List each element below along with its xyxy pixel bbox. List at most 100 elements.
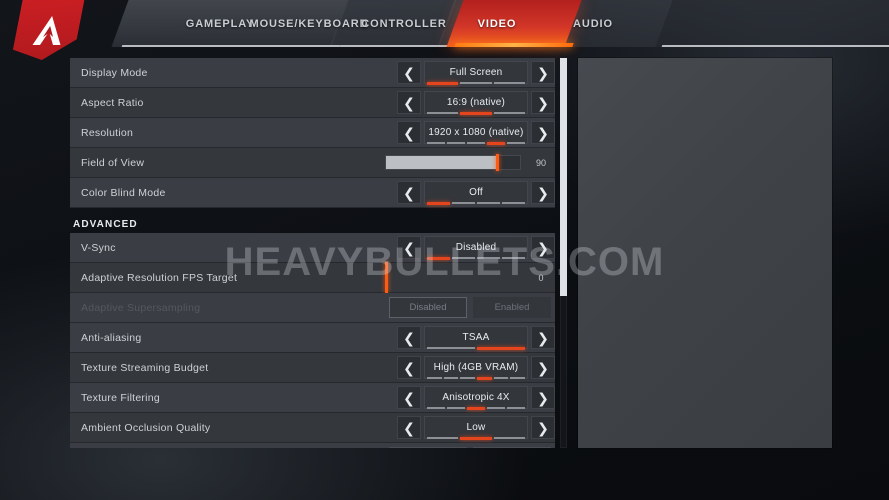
color-blind-mode-next-arrow-icon[interactable]: ❯ [531,181,555,204]
ambient-occlusion-value[interactable]: Low [424,416,528,440]
anti-aliasing-prev-arrow-icon[interactable]: ❮ [397,326,421,349]
texture-streaming-budget-segments [427,377,526,380]
tab-mouse-keyboard[interactable]: MOUSE/KEYBOARD [250,0,368,47]
setting-row-display-mode[interactable]: Display Mode ❮ Full Screen ❯ [70,58,555,88]
ambient-occlusion-prev-arrow-icon[interactable]: ❮ [397,416,421,439]
setting-control-field-of-view: 90 [385,148,555,177]
field-of-view-value-text: 90 [535,157,546,168]
v-sync-prev-arrow-icon[interactable]: ❮ [397,236,421,259]
adaptive-supersampling-option-enabled-label: Enabled [494,302,530,313]
setting-control-anti-aliasing: ❮ TSAA ❯ [397,323,555,352]
aspect-ratio-segments [427,112,525,115]
tab-video[interactable]: VIDEO [462,0,532,47]
setting-row-texture-streaming-budget[interactable]: Texture Streaming Budget ❮ High (4GB VRA… [70,353,555,383]
aspect-ratio-prev-arrow-icon[interactable]: ❮ [397,91,421,114]
field-of-view-slider-fill [386,156,496,169]
texture-streaming-budget-prev-arrow-icon[interactable]: ❮ [397,356,421,379]
setting-row-resolution[interactable]: Resolution ❮ 1920 x 1080 (native) ❯ [70,118,555,148]
adaptive-resolution-fps-slider-knob[interactable] [385,262,388,293]
field-of-view-slider-knob[interactable] [495,154,499,171]
texture-filtering-value[interactable]: Anisotropic 4X [424,386,528,410]
resolution-next-arrow-icon[interactable]: ❯ [531,121,555,144]
setting-label-v-sync: V-Sync [81,241,116,254]
texture-streaming-budget-value-text: High (4GB VRAM) [433,362,519,373]
ambient-occlusion-segments [427,437,525,440]
color-blind-mode-prev-arrow-icon[interactable]: ❮ [397,181,421,204]
texture-filtering-segments [427,407,525,410]
aspect-ratio-next-arrow-icon[interactable]: ❯ [531,91,555,114]
setting-control-texture-streaming-budget: ❮ High (4GB VRAM) ❯ [397,353,555,382]
adaptive-supersampling-option-enabled: Enabled [473,297,551,318]
v-sync-next-arrow-icon[interactable]: ❯ [531,236,555,259]
resolution-segments [427,142,525,145]
display-mode-prev-arrow-icon[interactable]: ❮ [397,61,421,84]
anti-aliasing-next-arrow-icon[interactable]: ❯ [531,326,555,349]
setting-label-color-blind-mode: Color Blind Mode [81,186,166,199]
setting-label-field-of-view: Field of View [81,156,145,169]
texture-filtering-prev-arrow-icon[interactable]: ❮ [397,386,421,409]
resolution-value[interactable]: 1920 x 1080 (native) [424,121,528,145]
tab-mouse-keyboard-label: MOUSE/KEYBOARD [249,17,369,30]
setting-control-resolution: ❮ 1920 x 1080 (native) ❯ [397,118,555,147]
setting-row-sun-shadow-coverage[interactable]: Sun Shadow Coverage Low High [70,443,555,448]
setting-row-v-sync[interactable]: V-Sync ❮ Disabled ❯ [70,233,555,263]
setting-control-v-sync: ❮ Disabled ❯ [397,233,555,262]
setting-label-texture-filtering: Texture Filtering [81,391,160,404]
tab-video-label: VIDEO [477,17,517,30]
v-sync-segments [427,257,525,260]
setting-control-ambient-occlusion-quality: ❮ Low ❯ [397,413,555,442]
settings-preview-panel [578,58,832,448]
adaptive-resolution-fps-value-text: 0 [538,272,544,283]
setting-row-field-of-view[interactable]: Field of View 90 [70,148,555,178]
setting-label-display-mode: Display Mode [81,66,148,79]
ambient-occlusion-next-arrow-icon[interactable]: ❯ [531,416,555,439]
setting-control-sun-shadow-coverage: Low High [383,443,555,448]
aspect-ratio-value-text: 16:9 (native) [446,97,506,108]
setting-row-color-blind-mode[interactable]: Color Blind Mode ❮ Off ❯ [70,178,555,208]
setting-label-ambient-occlusion-quality: Ambient Occlusion Quality [81,421,211,434]
resolution-value-text: 1920 x 1080 (native) [428,127,524,138]
texture-filtering-value-text: Anisotropic 4X [442,392,510,403]
display-mode-value[interactable]: Full Screen [424,61,528,85]
section-header-advanced-label: ADVANCED [73,219,138,230]
setting-row-ambient-occlusion-quality[interactable]: Ambient Occlusion Quality ❮ Low ❯ [70,413,555,443]
adaptive-resolution-fps-slider[interactable] [385,262,521,293]
v-sync-value[interactable]: Disabled [424,236,528,260]
nav-panel-decor-5 [653,0,889,47]
ambient-occlusion-value-text: Low [466,422,486,433]
setting-row-adaptive-resolution-fps-target[interactable]: Adaptive Resolution FPS Target 0 [70,262,555,293]
resolution-prev-arrow-icon[interactable]: ❮ [397,121,421,144]
adaptive-supersampling-option-disabled-label: Disabled [409,302,447,313]
texture-streaming-budget-next-arrow-icon[interactable]: ❯ [531,356,555,379]
tab-controller-label: CONTROLLER [361,17,447,30]
setting-control-display-mode: ❮ Full Screen ❯ [397,58,555,87]
tab-audio-label: AUDIO [573,17,613,30]
setting-row-texture-filtering[interactable]: Texture Filtering ❮ Anisotropic 4X ❯ [70,383,555,413]
texture-filtering-next-arrow-icon[interactable]: ❯ [531,386,555,409]
settings-screen: GAMEPLAY MOUSE/KEYBOARD CONTROLLER VIDEO… [0,0,889,500]
setting-row-aspect-ratio[interactable]: Aspect Ratio ❮ 16:9 (native) ❯ [70,88,555,118]
field-of-view-slider[interactable] [385,154,521,171]
sun-shadow-coverage-option-high[interactable]: High [473,447,551,448]
setting-label-adaptive-supersampling: Adaptive Supersampling [81,301,201,314]
display-mode-next-arrow-icon[interactable]: ❯ [531,61,555,84]
display-mode-segments [427,82,525,85]
aspect-ratio-value[interactable]: 16:9 (native) [424,91,528,115]
section-header-advanced: ADVANCED [70,208,555,233]
apex-logo-icon [32,16,61,45]
setting-label-aspect-ratio: Aspect Ratio [81,96,144,109]
tab-audio[interactable]: AUDIO [558,0,628,47]
color-blind-mode-value[interactable]: Off [424,181,528,205]
tab-controller[interactable]: CONTROLLER [358,0,450,47]
tab-gameplay-label: GAMEPLAY [185,17,255,30]
setting-row-anti-aliasing[interactable]: Anti-aliasing ❮ TSAA ❯ [70,323,555,353]
v-sync-value-text: Disabled [455,242,497,253]
texture-streaming-budget-value[interactable]: High (4GB VRAM) [424,356,528,380]
anti-aliasing-value-text: TSAA [462,332,490,343]
anti-aliasing-value[interactable]: TSAA [424,326,528,350]
settings-scrollbar-thumb[interactable] [560,58,567,296]
sun-shadow-coverage-option-low[interactable]: Low [389,447,467,448]
color-blind-mode-segments [427,202,525,205]
setting-row-adaptive-supersampling: Adaptive Supersampling Disabled Enabled [70,293,555,323]
settings-list: Display Mode ❮ Full Screen ❯ Aspect Rati… [70,58,555,448]
